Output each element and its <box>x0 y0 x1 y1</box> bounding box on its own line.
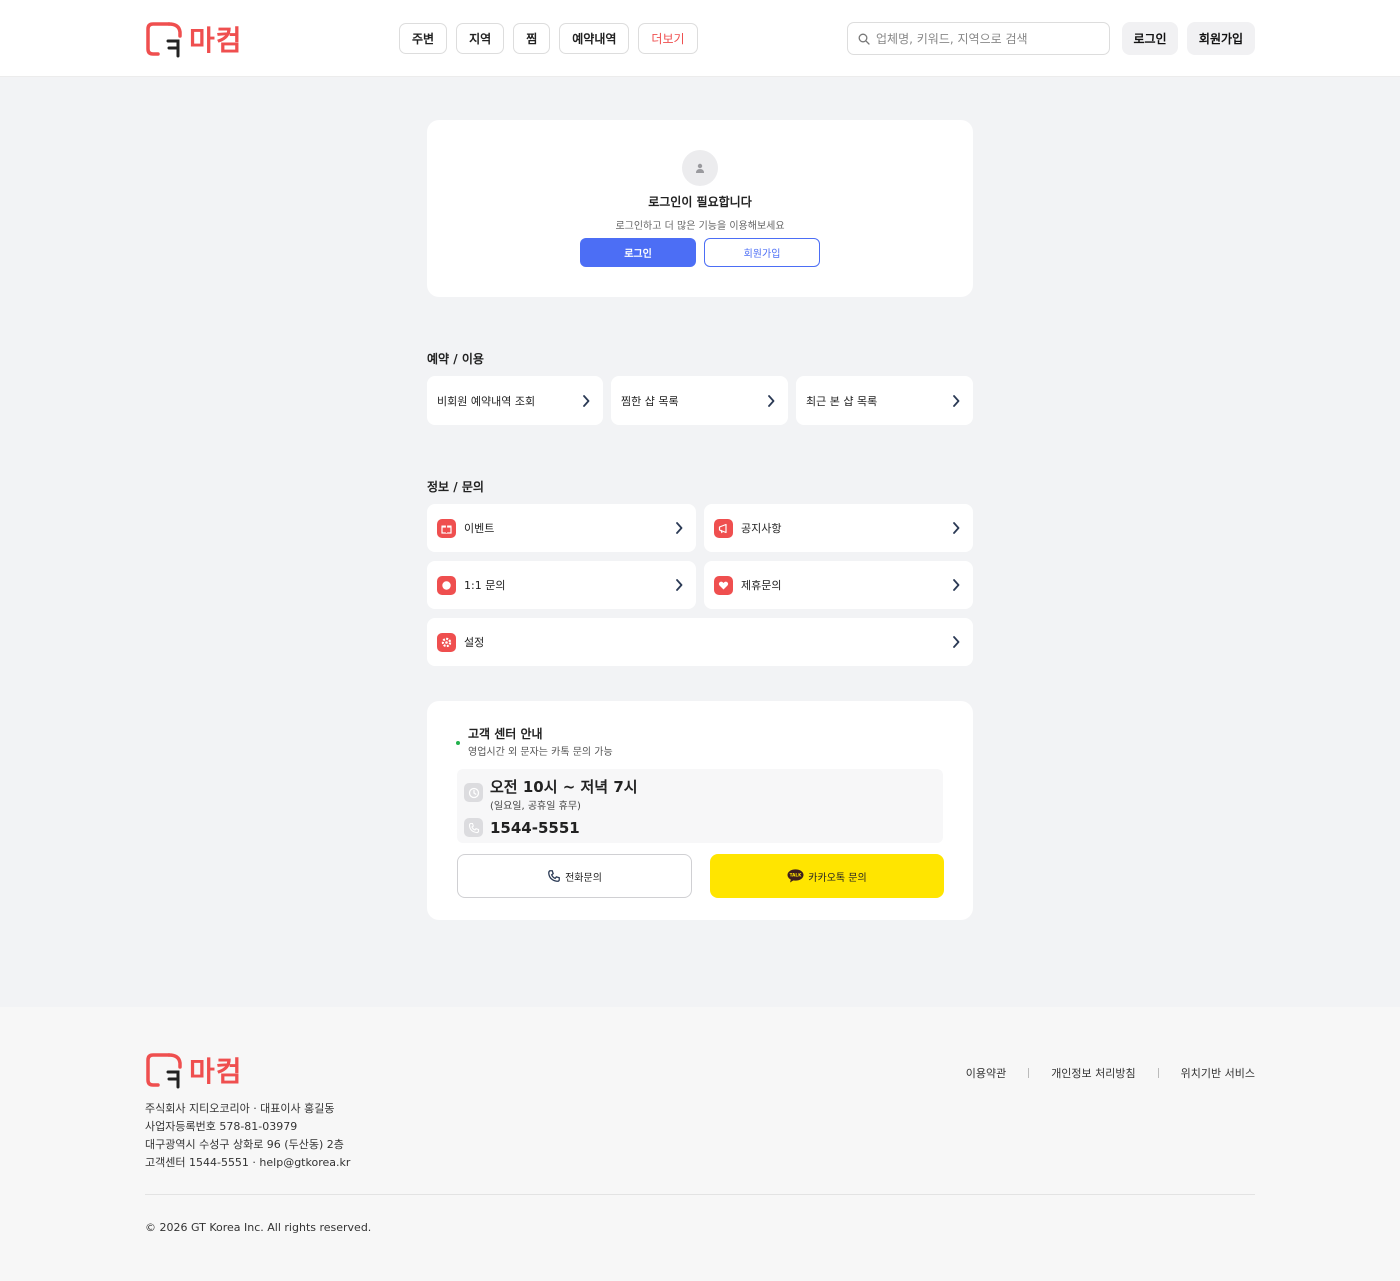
nav-more[interactable]: 더보기 <box>638 23 698 54</box>
company-info: 주식회사 지티오코리아 · 대표이사 홍길동 사업자등록번호 578-81-03… <box>145 1100 350 1172</box>
chevron-right-icon <box>764 394 778 408</box>
megaphone-icon <box>714 518 733 538</box>
brand-name: 마컴 <box>189 1055 243 1088</box>
copyright: © 2026 GT Korea Inc. All rights reserved… <box>145 1221 372 1234</box>
terms-link[interactable]: 이용약관 <box>966 1065 1006 1081</box>
tile-label: 찜한 샵 목록 <box>621 394 679 408</box>
nav-reservations[interactable]: 예약내역 <box>559 23 630 54</box>
business-number: 사업자등록번호 578-81-03979 <box>145 1120 298 1133</box>
login-subtitle: 로그인하고 더 많은 기능을 이용해보세요 <box>615 221 785 232</box>
cs-hours: 오전 10시 ~ 저녁 7시 <box>490 778 638 796</box>
chevron-right-icon <box>672 521 686 535</box>
tile-label: 공지사항 <box>741 522 782 535</box>
privacy-link[interactable]: 개인정보 처리방침 <box>1051 1065 1135 1081</box>
kakao-badge-text: TALK <box>790 873 802 878</box>
tile-label: 최근 본 샵 목록 <box>806 394 878 408</box>
login-required-card: 로그인이 필요합니다 로그인하고 더 많은 기능을 이용해보세요 로그인 회원가… <box>427 120 973 297</box>
tile-label: 설정 <box>464 636 485 649</box>
brand-logo[interactable]: 마컴 <box>145 19 243 59</box>
tile-partnership[interactable]: 제휴문의 <box>704 561 973 609</box>
footer-logo[interactable]: 마컴 <box>145 1050 243 1090</box>
logo-mark-icon <box>146 1053 182 1089</box>
login-title: 로그인이 필요합니다 <box>648 195 752 209</box>
search-icon <box>858 33 870 45</box>
gift-icon <box>437 518 456 538</box>
cs-phone-number: 1544-5551 <box>490 819 580 837</box>
avatar <box>682 150 718 186</box>
chevron-right-icon <box>949 635 963 649</box>
search-input[interactable] <box>876 31 1096 46</box>
section-title-reservation: 예약 / 이용 <box>427 352 484 366</box>
kakaotalk-icon: TALK <box>787 869 804 883</box>
footer-links: 이용약관 개인정보 처리방침 위치기반 서비스 <box>966 1065 1255 1081</box>
user-icon <box>696 163 704 173</box>
chevron-right-icon <box>949 394 963 408</box>
phone-inquiry-label: 전화문의 <box>565 872 602 884</box>
heart-icon <box>714 575 733 595</box>
brand-name: 마컴 <box>189 24 243 57</box>
kakao-inquiry-label: 카카오톡 문의 <box>808 872 867 884</box>
footer-divider <box>145 1194 1255 1195</box>
tile-settings[interactable]: 설정 <box>427 618 973 666</box>
tile-label: 1:1 문의 <box>464 579 506 592</box>
tile-favorite-shops[interactable]: 찜한 샵 목록 <box>611 376 788 425</box>
status-dot <box>456 741 460 745</box>
header-signup-button[interactable]: 회원가입 <box>1187 22 1255 55</box>
company-address: 대구광역시 수성구 상화로 96 (두산동) 2층 <box>145 1138 344 1151</box>
divider <box>1157 1068 1159 1078</box>
signup-button[interactable]: 회원가입 <box>704 238 820 267</box>
header-login-button[interactable]: 로그인 <box>1122 22 1178 55</box>
tile-event[interactable]: 이벤트 <box>427 504 696 552</box>
tile-guest-reservation[interactable]: 비회원 예약내역 조회 <box>427 376 603 425</box>
search-box <box>847 22 1110 55</box>
nav-favorites[interactable]: 찜 <box>513 23 551 54</box>
tile-recent-shops[interactable]: 최근 본 샵 목록 <box>796 376 973 425</box>
logo-mark-icon <box>146 22 182 58</box>
chat-icon <box>437 575 456 595</box>
phone-icon <box>548 870 560 882</box>
cs-info-box: 오전 10시 ~ 저녁 7시 (일요일, 공휴일 휴무) 1544-5551 <box>457 769 943 843</box>
divider <box>1028 1068 1030 1078</box>
nav-region[interactable]: 지역 <box>456 23 505 54</box>
company-name: 주식회사 지티오코리아 · 대표이사 홍길동 <box>145 1102 335 1115</box>
chevron-right-icon <box>949 521 963 535</box>
clock-icon <box>464 783 483 802</box>
footer: 마컴 주식회사 지티오코리아 · 대표이사 홍길동 사업자등록번호 578-81… <box>0 1007 1400 1281</box>
location-service-link[interactable]: 위치기반 서비스 <box>1181 1065 1255 1081</box>
gear-icon <box>437 632 456 652</box>
company-contact: 고객센터 1544-5551 · help@gtkorea.kr <box>145 1156 351 1169</box>
tile-label: 제휴문의 <box>741 579 782 592</box>
section-title-info: 정보 / 문의 <box>427 480 484 494</box>
main-nav: 주변 지역 찜 예약내역 더보기 <box>399 23 698 54</box>
cs-subtitle: 영업시간 외 문자는 카톡 문의 가능 <box>468 747 613 758</box>
nav-nearby[interactable]: 주변 <box>399 23 448 54</box>
cs-title: 고객 센터 안내 <box>468 727 543 741</box>
chevron-right-icon <box>672 578 686 592</box>
chevron-right-icon <box>949 578 963 592</box>
tile-inquiry[interactable]: 1:1 문의 <box>427 561 696 609</box>
top-header: 마컴 주변 지역 찜 예약내역 더보기 로그인 회원가입 <box>0 0 1400 77</box>
phone-icon <box>464 818 483 837</box>
tile-notice[interactable]: 공지사항 <box>704 504 973 552</box>
phone-inquiry-button[interactable]: 전화문의 <box>457 854 692 898</box>
cs-hours-note: (일요일, 공휴일 휴무) <box>490 801 581 812</box>
tile-label: 이벤트 <box>464 522 495 535</box>
tile-label: 비회원 예약내역 조회 <box>437 394 536 408</box>
customer-center-card: 고객 센터 안내 영업시간 외 문자는 카톡 문의 가능 오전 10시 ~ 저녁… <box>427 701 973 920</box>
login-button[interactable]: 로그인 <box>580 238 696 267</box>
kakao-inquiry-button[interactable]: TALK 카카오톡 문의 <box>710 854 944 898</box>
chevron-right-icon <box>579 394 593 408</box>
